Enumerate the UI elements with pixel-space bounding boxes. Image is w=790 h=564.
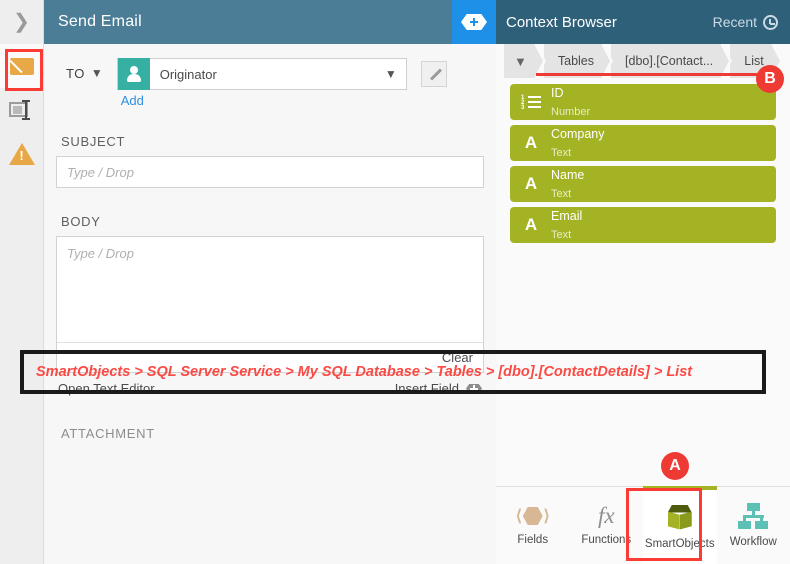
context-browser-header: Context Browser Recent (493, 0, 790, 44)
list-item[interactable]: A Name Text (510, 166, 776, 202)
attachment-label: ATTACHMENT (61, 426, 155, 441)
annotation-badge-a: A (661, 452, 689, 480)
tab-label: Fields (517, 534, 549, 546)
pencil-icon (428, 68, 441, 81)
add-button[interactable] (452, 0, 496, 44)
person-icon (117, 58, 150, 90)
list-item[interactable]: A Company Text (510, 125, 776, 161)
field-type: Text (551, 188, 572, 200)
field-type: Number (551, 106, 591, 118)
hexagon-brackets-icon: ⟨ ⟩ (515, 507, 550, 525)
chevron-down-icon[interactable]: ▼ (385, 67, 406, 81)
fx-icon: fx (597, 503, 615, 528)
highlight-box-email-icon (5, 49, 43, 91)
rail-item-text[interactable] (0, 88, 43, 132)
rail-item-warning[interactable] (0, 132, 43, 176)
chevron-down-icon: ▼ (514, 53, 527, 69)
to-label: TO (66, 66, 85, 81)
app-root: ❯ Send Email TO ▼ (0, 0, 790, 564)
tab-label: Functions (581, 534, 632, 546)
context-browser-title: Context Browser (506, 13, 617, 31)
letter-a-icon: A (524, 133, 538, 152)
clock-icon (763, 14, 778, 30)
number-list-icon: 1 2 3 (520, 95, 542, 111)
letter-a-icon: A (524, 215, 538, 234)
letter-a-icon: A (524, 174, 538, 193)
to-control: Originator ▼ Add (116, 58, 407, 108)
send-email-pane: Send Email TO ▼ Originator ▼ Add SUBJECT… (44, 0, 496, 564)
rail-expand-button[interactable]: ❯ (0, 0, 43, 44)
tab-workflow[interactable]: Workflow (717, 487, 790, 564)
field-type: Text (551, 229, 572, 241)
field-name: Name (551, 167, 585, 182)
annotation-path-box: SmartObjects > SQL Server Service > My S… (20, 350, 766, 394)
subject-input[interactable]: Type / Drop (56, 156, 484, 188)
to-row: TO ▼ Originator ▼ Add (56, 58, 484, 108)
field-name: Email (551, 208, 583, 223)
annotation-path-text: SmartObjects > SQL Server Service > My S… (36, 364, 693, 380)
field-name: Company (551, 126, 605, 141)
recent-label: Recent (712, 14, 757, 30)
to-recipient-value: Originator (159, 66, 217, 82)
field-type: Text (551, 147, 572, 159)
tab-fields[interactable]: ⟨ ⟩ Fields (496, 487, 570, 564)
body-label: BODY (61, 214, 101, 229)
subject-label: SUBJECT (61, 134, 126, 149)
field-name: ID (551, 85, 564, 100)
body-placeholder: Type / Drop (67, 246, 134, 261)
warning-triangle-icon (8, 143, 35, 165)
breadcrumb: ▼ Tables [dbo].[Contact... List (496, 44, 790, 78)
context-browser-tabs: ⟨ ⟩ Fields fx Functions SmartObjects Wor… (496, 486, 790, 564)
add-recipient-link[interactable]: Add (117, 90, 407, 108)
highlight-box-smartobjects-tab (626, 488, 702, 561)
to-recipient-field[interactable]: Originator ▼ (116, 58, 407, 90)
hierarchy-icon (737, 503, 769, 529)
chevron-down-icon[interactable]: ▼ (91, 58, 103, 80)
page-title: Send Email (58, 13, 142, 30)
list-item[interactable]: 1 2 3 ID Number (510, 84, 776, 120)
header-accent-bar (493, 0, 496, 44)
recent-button[interactable]: Recent (713, 14, 778, 30)
breadcrumb-collapse-button[interactable]: ▼ (504, 44, 546, 78)
chevron-right-icon: ❯ (13, 11, 30, 33)
field-list: 1 2 3 ID Number A Company Text A Name Te… (496, 78, 790, 243)
tab-label: Workflow (729, 536, 777, 548)
text-input-icon (8, 100, 35, 120)
edit-recipient-button[interactable] (420, 61, 447, 87)
annotation-badge-b: B (756, 65, 784, 93)
list-item[interactable]: A Email Text (510, 207, 776, 243)
context-browser-panel: Context Browser Recent ▼ Tables [dbo].[C… (493, 0, 790, 564)
breadcrumb-underline-annotation (536, 73, 774, 76)
main-header: Send Email (44, 0, 496, 44)
hexagon-plus-icon (461, 14, 487, 30)
